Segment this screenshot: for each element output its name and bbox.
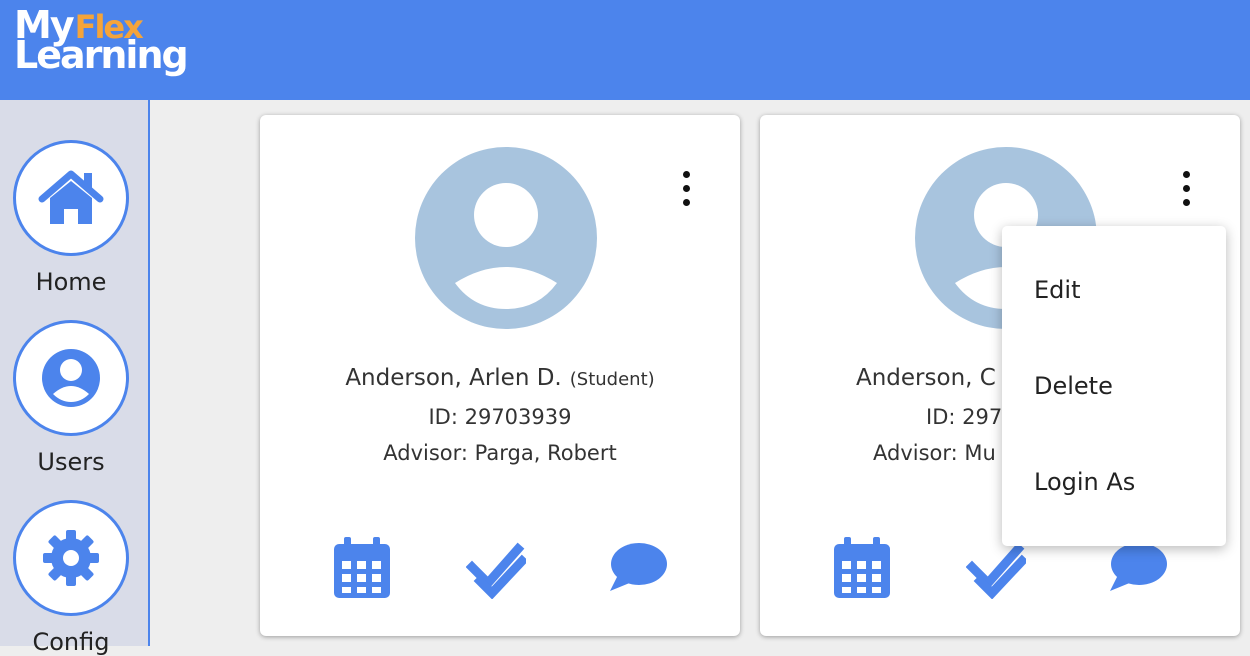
sidebar-item-config[interactable]: Config bbox=[13, 500, 129, 656]
menu-item-delete[interactable]: Delete bbox=[1034, 372, 1113, 400]
gear-icon bbox=[43, 530, 99, 586]
user-advisor: Advisor: Parga, Robert bbox=[383, 441, 617, 465]
chat-bubble-icon[interactable] bbox=[608, 537, 668, 599]
logo-text-learning: Learning bbox=[14, 33, 189, 77]
sidebar-item-home[interactable]: Home bbox=[13, 140, 129, 296]
sidebar-item-label: Users bbox=[37, 448, 105, 476]
calendar-icon[interactable] bbox=[832, 537, 892, 599]
user-name-text: Anderson, Arlen D. bbox=[345, 365, 562, 391]
double-check-icon[interactable] bbox=[466, 537, 526, 599]
user-name: Anderson, Arlen D. (Student) bbox=[260, 365, 740, 391]
more-options-icon[interactable] bbox=[1178, 171, 1194, 207]
myflexlearning-logo[interactable]: MyFlex Learning bbox=[14, 6, 189, 77]
menu-item-login-as[interactable]: Login As bbox=[1034, 468, 1135, 496]
user-name-text: Anderson, C bbox=[856, 365, 996, 391]
sidebar: Home Users Config bbox=[0, 100, 150, 656]
user-card: Anderson, Arlen D. (Student) ID: 29703939… bbox=[260, 115, 740, 636]
config-button[interactable] bbox=[13, 500, 129, 616]
sidebar-item-label: Home bbox=[35, 268, 107, 296]
sidebar-item-users[interactable]: Users bbox=[13, 320, 129, 476]
avatar-placeholder-icon bbox=[415, 147, 597, 329]
calendar-icon[interactable] bbox=[332, 537, 392, 599]
menu-item-edit[interactable]: Edit bbox=[1034, 276, 1080, 304]
more-options-icon[interactable] bbox=[678, 171, 694, 207]
sidebar-item-label: Config bbox=[32, 628, 110, 656]
home-button[interactable] bbox=[13, 140, 129, 256]
double-check-icon[interactable] bbox=[966, 537, 1026, 599]
user-icon bbox=[42, 349, 100, 407]
top-bar: MyFlex Learning bbox=[0, 0, 1250, 100]
user-role: (Student) bbox=[569, 369, 655, 390]
users-button[interactable] bbox=[13, 320, 129, 436]
context-menu: Edit Delete Login As bbox=[1002, 226, 1226, 546]
home-icon bbox=[38, 170, 104, 224]
chat-bubble-icon[interactable] bbox=[1108, 537, 1168, 599]
user-id: ID: 29703939 bbox=[428, 405, 572, 429]
